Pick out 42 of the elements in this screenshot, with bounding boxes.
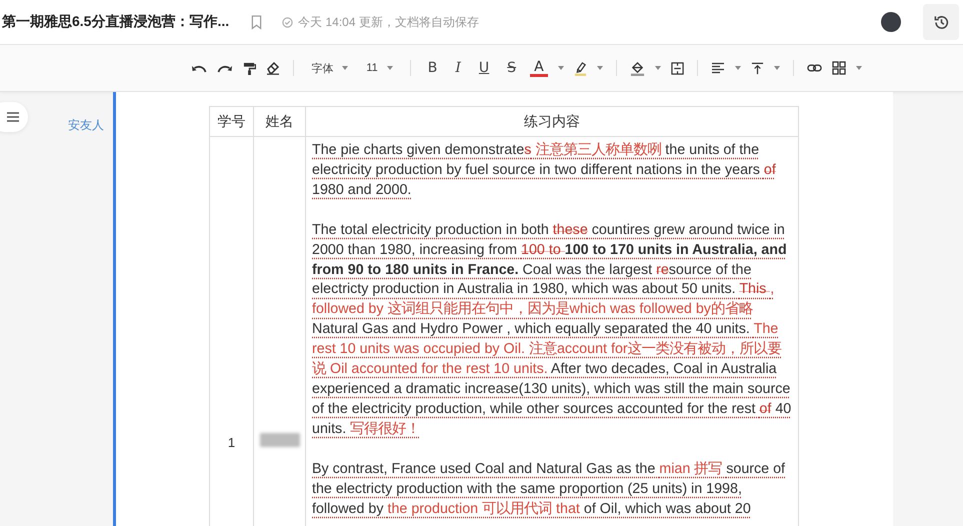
vertical-align-icon[interactable]: [750, 62, 764, 74]
row-number: 1: [228, 435, 236, 450]
caret-icon[interactable]: [774, 66, 780, 70]
underline-button[interactable]: U: [474, 60, 494, 76]
italic-button[interactable]: I: [451, 60, 465, 76]
caret-icon[interactable]: [596, 66, 603, 70]
merge-cells-icon[interactable]: [670, 62, 684, 74]
document-title: 第一期雅思6.5分直播浸泡营：写作...: [2, 13, 230, 31]
strikethrough-button[interactable]: S: [503, 60, 520, 76]
bold-button[interactable]: B: [424, 60, 442, 76]
redacted-name: [260, 433, 300, 447]
check-circle-icon: [282, 16, 294, 28]
column-header: 姓名: [254, 106, 306, 136]
text-color-button[interactable]: A: [530, 60, 548, 76]
essay-paragraph: The total electricity production in both these countires grew around twice in 2000 than 1980, increasing from 100 to 100 to 170 units in Australia, and from 90 to 180 units in France. Coal was the largest resource of the electricty production in Australia in 1980, which was about 50 units. This , followed by 这词组只能用在句中，因为是which was followed by的省略 Natural Gas and Hydro Power , which equally separated the 40 units. The rest 10 units was occupied by Oil. 注意account for这一类没有被动，所以要说 Oil accounted for the rest 10 units. After two decades, Coal in Australia experienced a dramatic increase(130 units), which was still the main source of the electricity production, while other sources accounted for the rest of 40 units. 写得很好！: [312, 220, 792, 439]
eraser-icon[interactable]: [266, 61, 280, 75]
paint-roller-icon[interactable]: [243, 62, 256, 74]
fill-bucket-icon[interactable]: [630, 60, 645, 76]
caret-icon[interactable]: [856, 66, 862, 70]
caret-icon: [386, 66, 393, 70]
align-left-icon[interactable]: [710, 62, 725, 74]
history-button[interactable]: [923, 4, 959, 40]
font-size-dropdown[interactable]: 11: [362, 62, 397, 74]
bookmark-icon[interactable]: [251, 14, 262, 30]
history-icon: [932, 14, 950, 30]
save-status: 今天 14:04 更新，文档将自动保存: [298, 14, 479, 30]
caret-icon[interactable]: [654, 66, 661, 70]
essay-paragraph: By contrast, France used Coal and Natural Gas as the mian 拼写 source of the electricty production with the same proportion (25 units) in 1998, followed by the production 可以用代词 that of Oil, which was about 20: [312, 460, 786, 518]
highlighter-icon[interactable]: [574, 60, 587, 76]
grid-icon[interactable]: [832, 61, 846, 75]
caret-icon: [342, 66, 348, 70]
avatar[interactable]: [881, 12, 901, 32]
column-header: 学号: [210, 106, 254, 136]
menu-icon: [7, 112, 19, 122]
essay-paragraph: The pie charts given demonstrates 注意第三人称单数咧 the units of the electricity production by fuel source in two different nations in the years of 1980 and 2000.: [312, 141, 777, 200]
caret-icon[interactable]: [734, 66, 741, 70]
caret-icon[interactable]: [558, 66, 564, 70]
link-icon[interactable]: [806, 63, 822, 73]
author-label: 安友人: [68, 117, 104, 134]
font-dropdown[interactable]: 字体: [307, 60, 352, 76]
column-header: 练习内容: [306, 106, 798, 136]
menu-button[interactable]: [0, 102, 28, 132]
